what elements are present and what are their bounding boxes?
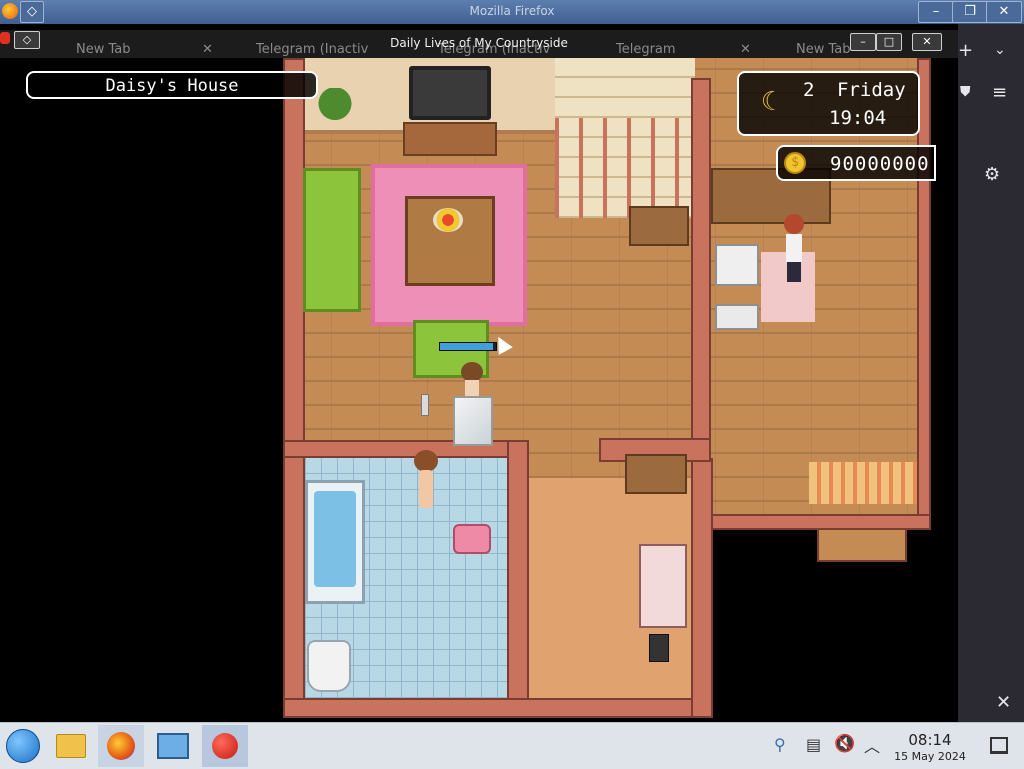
standing-mirror[interactable] (453, 396, 493, 446)
game-maximize-button[interactable]: □ (876, 33, 902, 51)
bathtub-water (314, 491, 356, 587)
gold-amount: 90000000 (830, 153, 930, 175)
bathing-character[interactable] (411, 450, 441, 510)
location-name-label: Daisy's House (26, 71, 318, 99)
taskbar-remote-desktop[interactable] (150, 725, 196, 767)
player-stamina-bar (439, 342, 497, 351)
firefox-close-button[interactable]: ✕ (986, 1, 1022, 23)
lower-right-wall (691, 458, 713, 718)
gold-panel: $ 90000000 (776, 145, 936, 181)
bottom-wall (283, 698, 713, 718)
npc-character[interactable] (781, 214, 807, 282)
new-tab-plus-icon[interactable]: + (958, 40, 973, 61)
firefox-taskbar-icon (107, 732, 135, 760)
network-tray-icon[interactable]: ⚲ (774, 735, 786, 754)
list-all-tabs-chevron-icon[interactable]: ⌄ (994, 42, 1006, 58)
game-titlebar: ◇ New Tab ✕ Telegram (Inactiv Telegram (… (0, 30, 958, 58)
windows-logo-icon (6, 729, 40, 763)
start-button[interactable] (0, 725, 46, 767)
toilet[interactable] (307, 640, 351, 692)
firefox-minimize-button[interactable]: – (918, 1, 954, 23)
game-minimize-button[interactable]: – (850, 33, 876, 51)
shower-head (421, 394, 429, 416)
left-outer-wall (283, 58, 305, 718)
settings-gear-icon[interactable]: ⚙ (984, 164, 1000, 185)
pink-bath-stool[interactable] (453, 524, 491, 554)
game-weekday: Friday (837, 79, 906, 101)
game-close-button[interactable]: ✕ (912, 33, 942, 51)
taskbar-game[interactable] (202, 725, 248, 767)
striped-rug (809, 462, 917, 504)
gold-coin-icon: $ (784, 152, 806, 174)
firefox-titlebar: ◇ Mozilla Firefox – ❐ ✕ (0, 0, 1024, 24)
laptop-desk[interactable] (625, 454, 687, 494)
game-clock-panel: ☾ 2 Friday 19:04 (737, 71, 920, 136)
extension-shield-icon[interactable]: ⛊ (960, 84, 971, 100)
game-window-title: Daily Lives of My Countryside (390, 36, 568, 50)
entrance-step (817, 528, 907, 562)
firefox-maximize-button[interactable]: ❐ (952, 1, 988, 23)
game-time: 19:04 (829, 107, 887, 129)
taskbar-firefox[interactable] (98, 725, 144, 767)
television[interactable] (409, 66, 491, 120)
potted-plant[interactable] (317, 88, 353, 140)
red-apple-icon (212, 733, 238, 759)
staircase-railing (555, 118, 695, 218)
clipboard-tray-icon[interactable]: ▤ (806, 735, 821, 754)
close-sidebar-icon[interactable]: ✕ (996, 692, 1011, 713)
game-day: 2 (803, 79, 815, 101)
player-character[interactable] (459, 362, 485, 396)
side-table-plant[interactable] (629, 206, 689, 246)
tray-expand-chevron-icon[interactable]: ︿ (864, 733, 880, 757)
clock-date[interactable]: 15 May 2024 (880, 750, 980, 763)
player-stamina-fill (440, 343, 494, 350)
kitchen-sink[interactable] (715, 244, 759, 286)
show-desktop-icon[interactable] (990, 737, 1008, 754)
moon-icon: ☾ (761, 87, 777, 117)
stove[interactable] (715, 304, 759, 330)
fruit-bowl[interactable] (433, 208, 463, 232)
bathroom-sink-cabinet[interactable] (639, 544, 687, 628)
taskbar: ⚲ ▤ 🔇 ︿ 08:14 15 May 2024 (0, 722, 1024, 769)
clock-time[interactable]: 08:14 (880, 731, 980, 749)
volume-muted-icon[interactable]: 🔇 (834, 734, 855, 754)
taskbar-file-manager[interactable] (48, 725, 94, 767)
bathtub[interactable] (305, 480, 365, 604)
kitchen-divider-wall (691, 78, 711, 498)
monitor-icon (157, 733, 189, 759)
folder-icon (56, 734, 86, 758)
green-sofa[interactable] (303, 168, 361, 312)
bathroom-right-wall (507, 440, 529, 718)
firefox-window-title: Mozilla Firefox (469, 4, 555, 18)
tv-stand[interactable] (403, 122, 497, 156)
firefox-toolbar-area: + ⌄ ⛊ ≡ ⚙ ✕ (958, 24, 1024, 722)
hamburger-menu-icon[interactable]: ≡ (992, 82, 1007, 103)
trash-bin[interactable] (649, 634, 669, 662)
